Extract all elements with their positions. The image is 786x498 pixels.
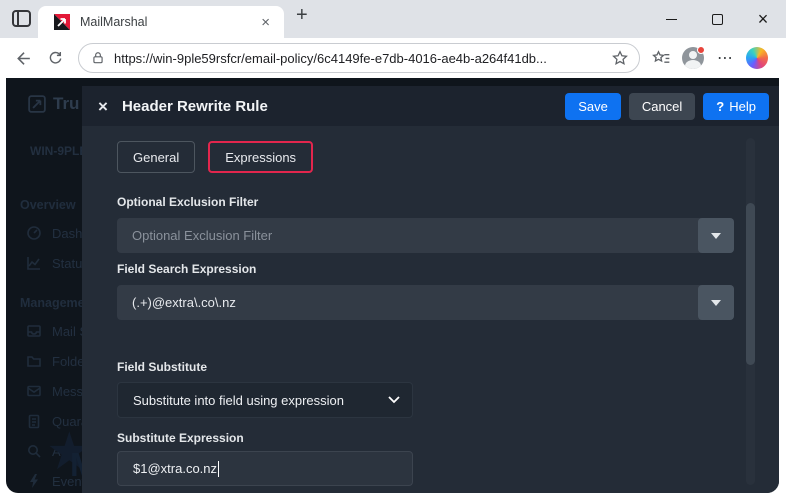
dialog-tabs: General Expressions [117,141,779,173]
profile-notification-dot [697,46,705,54]
tab-strip: MailMarshal × + × [0,0,786,38]
header-rewrite-rule-dialog: × Header Rewrite Rule Save Cancel ?Help … [82,86,779,493]
help-question-icon: ? [716,99,724,114]
page-area: Tru WIN-9PLE Overview Dashb [0,78,786,498]
help-button[interactable]: ?Help [703,93,769,120]
status-chart-icon [26,255,42,271]
scrollbar-thumb[interactable] [746,203,755,365]
mail-servers-icon [26,323,42,339]
copilot-icon[interactable] [744,45,770,71]
tab-title: MailMarshal [80,15,257,29]
back-icon[interactable] [10,45,36,71]
trustwave-logo-icon [28,95,46,113]
chevron-down-icon [388,396,400,404]
field-search-label: Field Search Expression [117,262,779,276]
messages-icon [26,383,42,399]
field-substitute-label: Field Substitute [117,360,779,374]
dashboard-icon [26,225,42,241]
exclusion-filter-combobox [117,218,734,253]
new-tab-button[interactable]: + [296,4,308,27]
substitute-expression-label: Substitute Expression [117,431,779,445]
profile-avatar[interactable] [680,45,706,71]
section-overview: Overview [20,198,76,212]
dialog-title: Header Rewrite Rule [122,98,557,115]
url-bar[interactable]: https://win-9ple59rsfcr/email-policy/6c4… [78,43,640,73]
caret-down-icon [711,300,721,306]
mailmarshal-favicon-icon [54,14,70,30]
substitute-expression-input[interactable]: $1@xtra.co.nz [117,451,413,486]
events-icon [26,473,42,489]
app-sidebar: Tru WIN-9PLE Overview Dashb [6,78,82,493]
exclusion-filter-input[interactable] [117,218,734,253]
close-window-button[interactable]: × [740,0,786,38]
app-content: Tru WIN-9PLE Overview Dashb [6,78,779,493]
browser-window: MailMarshal × + × https://win-9ple59rsfc… [0,0,786,498]
tab-general[interactable]: General [117,141,195,173]
minimize-button[interactable] [648,0,694,38]
section-management: Managemen [20,296,82,310]
search-icon [26,443,42,459]
tab-actions-icon[interactable] [12,10,31,27]
field-substitute-value: Substitute into field using expression [133,393,388,408]
exclusion-filter-dropdown-button[interactable] [698,218,734,253]
trustwave-logo: Tru [28,94,79,114]
favorites-icon[interactable] [648,45,674,71]
tab-expressions[interactable]: Expressions [208,141,313,173]
field-substitute-select[interactable]: Substitute into field using expression [117,382,413,418]
mailmarshal-watermark-letter: M [70,446,82,484]
field-search-combobox [117,285,734,320]
browser-tab[interactable]: MailMarshal × [38,6,284,38]
field-search-input[interactable] [117,285,734,320]
dialog-close-icon[interactable]: × [98,98,108,115]
dialog-body: General Expressions Optional Exclusion F… [82,126,779,493]
text-cursor [218,461,219,477]
maximize-button[interactable] [694,0,740,38]
dialog-header: × Header Rewrite Rule Save Cancel ?Help [82,86,779,126]
window-controls: × [648,0,786,38]
refresh-icon[interactable] [42,45,68,71]
cancel-button[interactable]: Cancel [629,93,695,120]
quarantine-icon [26,413,42,429]
settings-more-icon[interactable]: ⋯ [712,45,738,71]
dialog-scrollbar[interactable] [746,138,755,485]
exclusion-filter-label: Optional Exclusion Filter [117,195,779,209]
server-hostname: WIN-9PLE [30,144,82,158]
lock-icon [91,51,105,65]
caret-down-icon [711,233,721,239]
url-text[interactable]: https://win-9ple59rsfcr/email-policy/6c4… [114,51,611,66]
browser-toolbar: https://win-9ple59rsfcr/email-policy/6c4… [0,38,786,78]
folders-icon [26,353,42,369]
field-search-dropdown-button[interactable] [698,285,734,320]
bookmark-star-icon[interactable] [611,49,629,67]
logo-text: Tru [53,94,79,114]
save-button[interactable]: Save [565,93,621,120]
tab-close-icon[interactable]: × [257,14,274,31]
